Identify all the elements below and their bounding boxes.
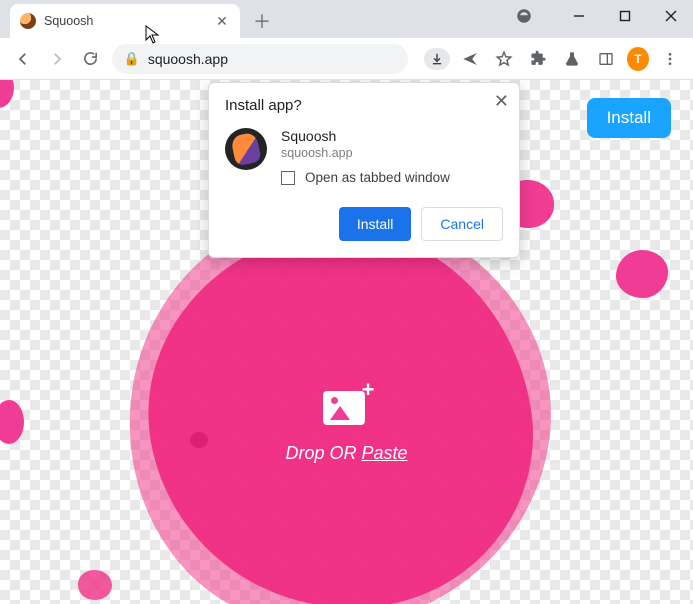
install-dialog: ✕ Install app? Squoosh squoosh.app Open … <box>208 82 520 258</box>
sidepanel-icon[interactable] <box>593 45 619 73</box>
labs-icon[interactable] <box>559 45 585 73</box>
window-controls <box>515 4 685 28</box>
dialog-close-icon[interactable]: ✕ <box>494 91 509 112</box>
back-button[interactable] <box>10 45 36 73</box>
dialog-title: Install app? <box>225 97 503 114</box>
install-app-icon[interactable] <box>424 48 450 70</box>
close-window-button[interactable] <box>657 4 685 28</box>
incognito-icon <box>515 7 533 25</box>
checkbox-icon[interactable] <box>281 171 295 185</box>
app-name: Squoosh <box>281 128 450 144</box>
new-tab-button[interactable]: ＋ <box>248 7 276 35</box>
maximize-button[interactable] <box>611 4 639 28</box>
app-origin: squoosh.app <box>281 146 450 160</box>
extensions-icon[interactable] <box>525 45 551 73</box>
bookmark-icon[interactable] <box>491 45 517 73</box>
forward-button <box>44 45 70 73</box>
minimize-button[interactable] <box>565 4 593 28</box>
reload-button[interactable] <box>78 45 104 73</box>
page-content: Install + Drop OR Paste ✕ Install app? S… <box>0 80 693 604</box>
decorative-blob <box>78 570 112 600</box>
drop-zone[interactable]: + Drop OR Paste <box>0 385 693 464</box>
send-icon[interactable] <box>458 45 484 73</box>
window-titlebar: Squoosh ✕ ＋ <box>0 0 693 38</box>
dialog-install-button[interactable]: Install <box>339 207 412 241</box>
tab-title: Squoosh <box>44 14 206 28</box>
browser-toolbar: 🔒 squoosh.app T <box>0 38 693 80</box>
app-icon <box>225 128 267 170</box>
address-bar[interactable]: 🔒 squoosh.app <box>112 44 408 74</box>
paste-link[interactable]: Paste <box>362 443 408 463</box>
page-install-button[interactable]: Install <box>587 98 671 138</box>
menu-button[interactable] <box>657 45 683 73</box>
close-tab-icon[interactable]: ✕ <box>214 13 230 29</box>
add-image-icon: + <box>323 385 371 425</box>
url-text: squoosh.app <box>148 51 228 67</box>
checkbox-label: Open as tabbed window <box>305 170 450 185</box>
drop-zone-label: Drop OR Paste <box>285 443 407 464</box>
decorative-blob <box>0 80 14 108</box>
dialog-cancel-button[interactable]: Cancel <box>421 207 503 241</box>
lock-icon: 🔒 <box>124 51 140 67</box>
tab-favicon <box>20 13 36 29</box>
tabbed-window-option[interactable]: Open as tabbed window <box>281 170 450 185</box>
browser-tab[interactable]: Squoosh ✕ <box>10 4 240 38</box>
profile-avatar[interactable]: T <box>627 47 649 71</box>
decorative-blob <box>616 250 668 298</box>
